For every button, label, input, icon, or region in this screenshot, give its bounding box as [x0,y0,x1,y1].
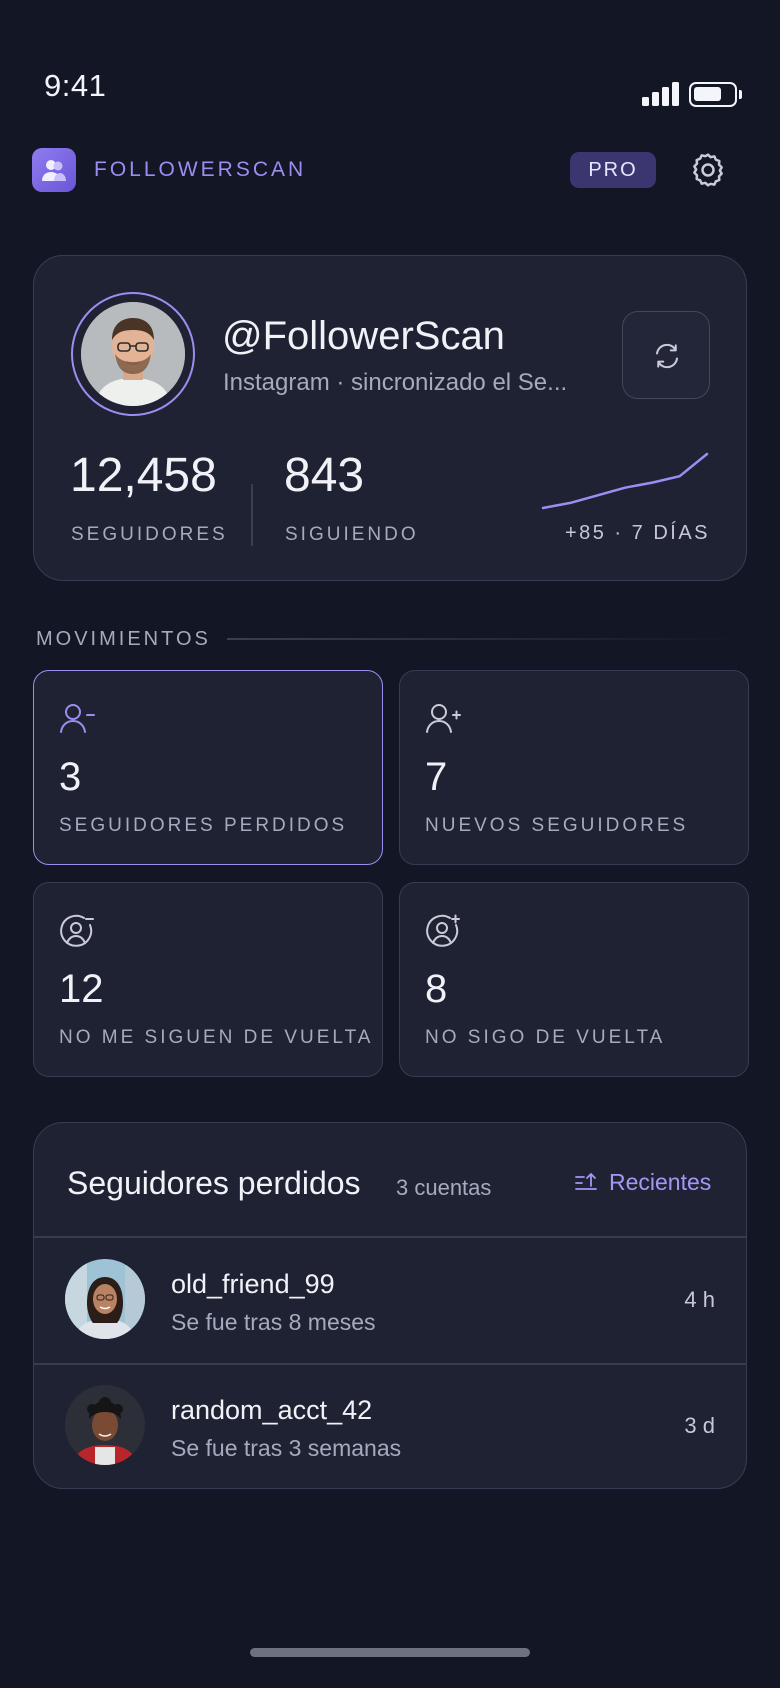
tile-not-following-back[interactable]: 12 NO ME SIGUEN DE VUELTA [33,882,383,1077]
followers-label: SEGUIDORES [71,524,228,545]
row-time: 4 h [684,1287,715,1312]
battery-icon [689,82,742,107]
tile-new-followers[interactable]: 7 NUEVOS SEGUIDORES [399,670,749,865]
avatar [65,1385,145,1465]
battery-level [694,87,721,101]
pro-badge[interactable]: PRO [570,152,656,188]
gear-icon [693,153,723,187]
tile-i-dont-follow-back[interactable]: 8 NO SIGO DE VUELTA [399,882,749,1077]
profile-photo [81,302,185,406]
row-username: old_friend_99 [171,1269,335,1299]
tile-label: NUEVOS SEGUIDORES [425,815,689,836]
following-label: SIGUIENDO [285,524,419,545]
row-time: 3 d [684,1413,715,1438]
list-item[interactable]: random_acct_42 Se fue tras 3 semanas 3 d [34,1363,746,1488]
app-name: FOLLOWERSCAN [94,158,307,181]
stat-divider [251,484,253,546]
avatar-ring [71,292,195,416]
app-logo [32,148,76,192]
lost-followers-card: Seguidores perdidos 3 cuentas Recientes … [33,1122,747,1489]
row-subtitle: Se fue tras 3 semanas [171,1435,402,1461]
refresh-icon [656,343,678,369]
row-subtitle: Se fue tras 8 meses [171,1309,376,1335]
followers-count: 12,458 [70,449,217,502]
tile-value: 8 [425,967,448,1011]
tile-value: 7 [425,755,448,799]
profile-card: @FollowerScan Instagram · sincronizado e… [33,255,747,581]
user-minus-icon [60,704,95,733]
tile-label: SEGUIDORES PERDIDOS [59,815,348,836]
profile-handle: @FollowerScan [222,314,505,358]
user-photo [65,1385,145,1465]
users-icon [42,160,66,181]
following-count: 843 [284,449,365,502]
sort-icon [575,1172,597,1190]
list-count: 3 cuentas [396,1175,492,1200]
profile-avatar [81,302,185,406]
row-username: random_acct_42 [171,1395,373,1425]
user-plus-icon [426,704,461,733]
status-time: 9:41 [44,68,107,103]
followers-sparkline [541,452,709,510]
section-divider [227,638,747,640]
user-circle-minus-icon [60,914,94,947]
signal-icon [642,82,680,106]
list-item[interactable]: old_friend_99 Se fue tras 8 meses 4 h [34,1237,746,1363]
avatar [65,1259,145,1339]
sort-label: Recientes [609,1169,712,1195]
sync-status: Instagram · sincronizado el Se... [223,369,568,396]
settings-button[interactable] [688,150,728,190]
user-circle-plus-icon [426,914,460,947]
tile-label: NO ME SIGUEN DE VUELTA [59,1027,374,1048]
list-title: Seguidores perdidos [67,1165,361,1201]
tile-value: 3 [59,755,82,799]
trend-text: +85 · 7 DÍAS [564,522,710,544]
section-title-movimientos: MOVIMIENTOS [36,628,211,650]
user-photo [65,1259,145,1339]
home-indicator[interactable] [250,1648,530,1657]
tile-label: NO SIGO DE VUELTA [425,1027,666,1048]
sparkline-line [541,452,709,510]
tile-value: 12 [59,967,104,1011]
tile-lost-followers[interactable]: 3 SEGUIDORES PERDIDOS [33,670,383,865]
refresh-button[interactable] [622,311,710,399]
status-bar: 9:41 [0,0,780,120]
